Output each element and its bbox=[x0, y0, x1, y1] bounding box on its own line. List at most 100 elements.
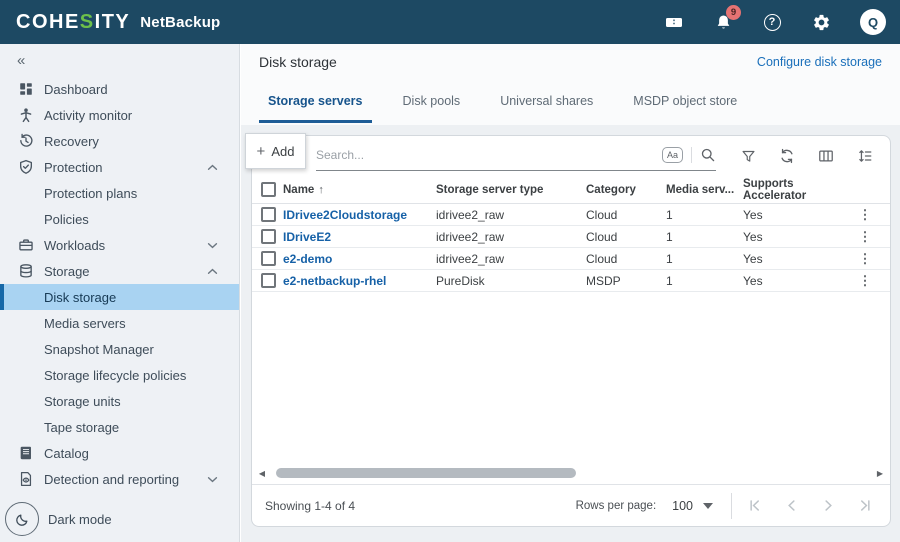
table-row: IDriveE2 idrivee2_raw Cloud 1 Yes ⋮ bbox=[252, 226, 890, 248]
sidebar-item-protection-plans[interactable]: Protection plans bbox=[0, 180, 239, 206]
notifications-bell-icon[interactable]: 9 bbox=[713, 12, 733, 32]
columns-icon[interactable] bbox=[818, 148, 834, 164]
sidebar-item-label: Tape storage bbox=[44, 420, 119, 435]
cell-category: Cloud bbox=[586, 230, 666, 244]
configure-disk-storage-link[interactable]: Configure disk storage bbox=[757, 55, 882, 69]
sidebar-item-label: Catalog bbox=[44, 446, 89, 461]
divider bbox=[731, 493, 732, 519]
row-checkbox[interactable] bbox=[261, 207, 276, 222]
column-header-name[interactable]: Name↑ bbox=[283, 184, 436, 196]
ticket-icon[interactable] bbox=[664, 12, 684, 32]
scrollbar-thumb[interactable] bbox=[276, 468, 576, 478]
sidebar-item-snapshot-manager[interactable]: Snapshot Manager bbox=[0, 336, 239, 362]
top-bar: COHESITY NetBackup 9 ? Q bbox=[0, 0, 900, 44]
cell-media-servers: 1 bbox=[666, 252, 743, 266]
row-checkbox[interactable] bbox=[261, 273, 276, 288]
settings-gear-icon[interactable] bbox=[811, 12, 831, 32]
storage-server-link[interactable]: IDriveE2 bbox=[283, 230, 436, 244]
cell-accelerator: Yes bbox=[743, 252, 848, 266]
storage-server-link[interactable]: e2-netbackup-rhel bbox=[283, 274, 436, 288]
previous-page-icon[interactable] bbox=[785, 499, 798, 512]
sidebar-item-label: Detection and reporting bbox=[44, 472, 179, 487]
sidebar-item-label: Protection plans bbox=[44, 186, 137, 201]
tab-msdp-object-store[interactable]: MSDP object store bbox=[624, 88, 746, 120]
tab-storage-servers[interactable]: Storage servers bbox=[259, 88, 372, 123]
table-footer: Showing 1-4 of 4 Rows per page: 100 bbox=[252, 484, 890, 526]
sidebar-item-label: Recovery bbox=[44, 134, 99, 149]
scroll-left-icon[interactable]: ◀ bbox=[256, 469, 268, 478]
table-row: IDrivee2Cloudstorage idrivee2_raw Cloud … bbox=[252, 204, 890, 226]
sidebar-item-catalog[interactable]: Catalog bbox=[0, 440, 239, 466]
sidebar-item-tape-storage[interactable]: Tape storage bbox=[0, 414, 239, 440]
showing-count: Showing 1-4 of 4 bbox=[265, 499, 355, 513]
column-header-media-servers[interactable]: Media serv... bbox=[666, 184, 743, 196]
storage-server-link[interactable]: IDrivee2Cloudstorage bbox=[283, 208, 436, 222]
sidebar-item-workloads[interactable]: Workloads bbox=[0, 232, 239, 258]
sidebar-item-disk-storage[interactable]: Disk storage bbox=[0, 284, 239, 310]
last-page-icon[interactable] bbox=[859, 499, 872, 512]
sidebar-item-media-servers[interactable]: Media servers bbox=[0, 310, 239, 336]
chevron-up-icon bbox=[207, 164, 218, 171]
sidebar-item-detection-and-reporting[interactable]: Detection and reporting bbox=[0, 466, 239, 492]
column-header-category[interactable]: Category bbox=[586, 184, 666, 196]
sort-ascending-icon: ↑ bbox=[318, 184, 324, 196]
row-actions-kebab-icon[interactable]: ⋮ bbox=[848, 207, 882, 223]
cell-media-servers: 1 bbox=[666, 230, 743, 244]
cell-accelerator: Yes bbox=[743, 230, 848, 244]
sidebar-item-label: Workloads bbox=[44, 238, 105, 253]
horizontal-scrollbar: ◀ ▶ bbox=[256, 466, 886, 480]
row-checkbox[interactable] bbox=[261, 229, 276, 244]
cell-media-servers: 1 bbox=[666, 274, 743, 288]
storage-server-link[interactable]: e2-demo bbox=[283, 252, 436, 266]
row-density-icon[interactable] bbox=[857, 148, 873, 164]
sidebar-item-label: Disk storage bbox=[44, 290, 116, 305]
sidebar-item-protection[interactable]: Protection bbox=[0, 154, 239, 180]
select-all-checkbox[interactable] bbox=[261, 182, 276, 197]
sidebar-item-storage[interactable]: Storage bbox=[0, 258, 239, 284]
refresh-icon[interactable] bbox=[779, 148, 795, 164]
cell-accelerator: Yes bbox=[743, 208, 848, 222]
row-actions-kebab-icon[interactable]: ⋮ bbox=[848, 229, 882, 245]
cell-category: Cloud bbox=[586, 252, 666, 266]
dark-mode-toggle[interactable]: Dark mode bbox=[5, 502, 112, 536]
first-page-icon[interactable] bbox=[748, 499, 761, 512]
tab-disk-pools[interactable]: Disk pools bbox=[394, 88, 470, 120]
cell-type: idrivee2_raw bbox=[436, 230, 586, 244]
sidebar-item-label: Storage lifecycle policies bbox=[44, 368, 186, 383]
user-avatar[interactable]: Q bbox=[860, 9, 886, 35]
column-header-type[interactable]: Storage server type bbox=[436, 184, 586, 196]
row-actions-kebab-icon[interactable]: ⋮ bbox=[848, 251, 882, 267]
search-input[interactable] bbox=[316, 148, 662, 162]
sidebar-item-dashboard[interactable]: Dashboard bbox=[0, 76, 239, 102]
avatar-initial: Q bbox=[868, 15, 878, 30]
rows-per-page-select[interactable]: 100 bbox=[672, 499, 713, 513]
help-icon[interactable]: ? bbox=[762, 12, 782, 32]
column-header-supports-accelerator[interactable]: Supports Accelerator bbox=[743, 178, 848, 202]
filter-icon[interactable] bbox=[741, 149, 756, 164]
match-case-toggle[interactable]: Aa bbox=[662, 147, 683, 163]
tab-universal-shares[interactable]: Universal shares bbox=[491, 88, 602, 120]
sidebar-item-storage-lifecycle-policies[interactable]: Storage lifecycle policies bbox=[0, 362, 239, 388]
product-name: NetBackup bbox=[140, 14, 220, 31]
cell-type: idrivee2_raw bbox=[436, 208, 586, 222]
cell-accelerator: Yes bbox=[743, 274, 848, 288]
add-button[interactable]: + Add bbox=[245, 133, 306, 169]
scrollbar-track[interactable] bbox=[268, 467, 874, 479]
sidebar-nav: « Dashboard Activity monitor Recovery Pr… bbox=[0, 44, 240, 542]
scroll-right-icon[interactable]: ▶ bbox=[874, 469, 886, 478]
table-row: e2-demo idrivee2_raw Cloud 1 Yes ⋮ bbox=[252, 248, 890, 270]
brand-text: COHE bbox=[16, 11, 80, 34]
collapse-chevrons-icon: « bbox=[17, 52, 25, 69]
chevron-down-icon bbox=[207, 476, 218, 483]
sidebar-item-recovery[interactable]: Recovery bbox=[0, 128, 239, 154]
sidebar-collapse-button[interactable]: « bbox=[0, 44, 239, 76]
sidebar-item-policies[interactable]: Policies bbox=[0, 206, 239, 232]
cell-category: MSDP bbox=[586, 274, 666, 288]
next-page-icon[interactable] bbox=[822, 499, 835, 512]
row-checkbox[interactable] bbox=[261, 251, 276, 266]
restore-clock-icon bbox=[17, 132, 35, 150]
sidebar-item-storage-units[interactable]: Storage units bbox=[0, 388, 239, 414]
row-actions-kebab-icon[interactable]: ⋮ bbox=[848, 273, 882, 289]
search-icon[interactable] bbox=[700, 147, 716, 163]
sidebar-item-activity-monitor[interactable]: Activity monitor bbox=[0, 102, 239, 128]
